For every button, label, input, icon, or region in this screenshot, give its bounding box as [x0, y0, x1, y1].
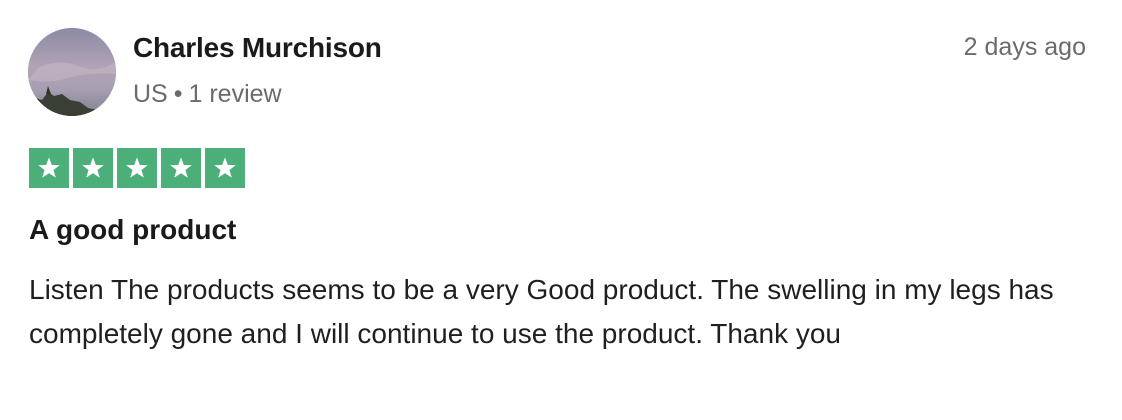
review-date: 2 days ago [963, 33, 1086, 61]
star-3 [117, 148, 157, 188]
star-1 [29, 148, 69, 188]
star-5 [205, 148, 245, 188]
star-icon [38, 157, 60, 178]
meta-separator: • [173, 80, 183, 108]
star-icon [82, 157, 104, 178]
star-2 [73, 148, 113, 188]
reviewer-country: US [133, 80, 168, 108]
star-icon [170, 157, 192, 178]
star-icon [126, 157, 148, 178]
reviewer-meta: US • 1 review [133, 80, 282, 109]
review-body: Listen The products seems to be a very G… [29, 274, 1054, 349]
reviewer-review-count[interactable]: 1 review [189, 80, 282, 108]
reviewer-name[interactable]: Charles Murchison [133, 32, 382, 64]
star-4 [161, 148, 201, 188]
reviewer-avatar[interactable] [28, 28, 116, 116]
star-rating [29, 148, 245, 188]
review-title[interactable]: A good product [29, 214, 236, 246]
star-icon [214, 157, 236, 178]
avatar-photo-icon [28, 28, 116, 116]
review-card: Charles Murchison US • 1 review 2 days ago… [0, 0, 1122, 420]
